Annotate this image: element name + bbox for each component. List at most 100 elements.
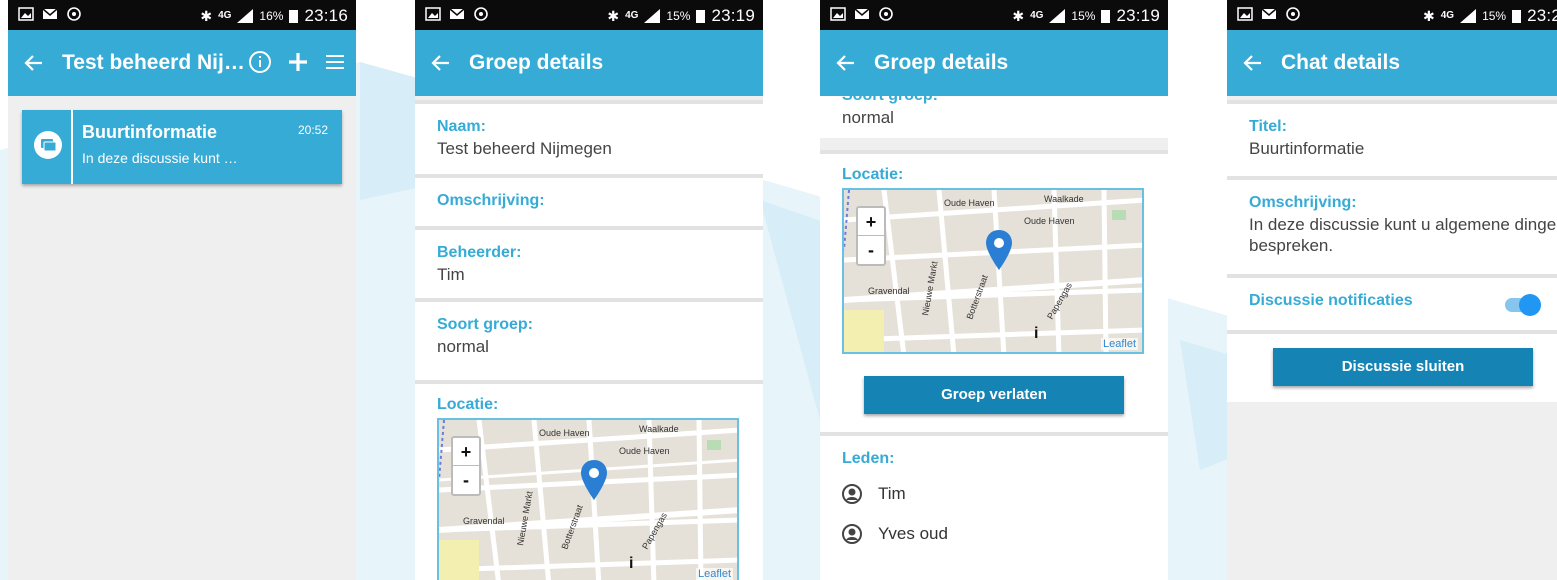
signal-icon [1049,9,1066,23]
status-bar: ✱ 4G 15% 23:19 [415,0,763,30]
menu-icon[interactable] [324,51,346,73]
gallery-notification-icon [425,7,441,21]
field-label: Beheerder: [437,244,522,261]
field-group-type: Soort groep: normal [415,298,763,380]
field-label: Titel: [1249,118,1287,135]
chat-list-item[interactable]: Buurtinformatie 20:52 In deze discussie … [22,110,342,184]
field-group-type: Soort groep: normal [820,96,1168,138]
zoom-control: + - [856,206,886,266]
app-bar: Groep details [820,30,1168,96]
add-icon[interactable] [286,50,310,74]
members-label: Leden: [842,450,895,467]
notifications-toggle[interactable] [1505,294,1541,316]
map-tiles: Oude Haven Oude Haven Waalkade Gravendal… [439,420,737,580]
leave-group-button[interactable]: Groep verlaten [864,376,1124,414]
member-name: Yves oud [878,524,948,543]
back-arrow-icon[interactable] [429,51,453,75]
network-type: 4G [625,10,639,21]
page-title: Test beheerd Nij… [62,51,245,74]
map-street-label: Oude Haven [1024,216,1075,226]
divider [71,110,73,184]
svg-text:i: i [1034,325,1038,342]
back-arrow-icon[interactable] [834,51,858,75]
signal-icon [237,9,254,23]
map-street-label: Waalkade [639,424,679,434]
clock: 23:2 [1527,6,1557,25]
field-label: Naam: [437,118,486,135]
battery-percent: 15% [1071,9,1096,23]
chat-time: 20:52 [297,123,328,137]
zoom-control: + - [451,436,481,496]
field-name: Naam: Test beheerd Nijmegen [415,100,763,174]
map-marker-icon[interactable] [986,230,1012,270]
page-title: Chat details [1281,51,1401,74]
clock: 23:19 [711,6,755,25]
field-value: Buurtinformatie [1249,139,1365,158]
app-bar: Chat details [1227,30,1557,96]
field-label: Locatie: [437,396,499,413]
app-bar: Test beheerd Nij… [8,30,356,96]
gallery-notification-icon [1237,7,1253,21]
member-item[interactable]: Tim [842,474,1146,514]
back-arrow-icon[interactable] [22,51,46,75]
mail-notification-icon [1261,8,1277,19]
battery-icon [1512,10,1522,23]
zoom-out-button[interactable]: - [453,466,479,494]
location-map[interactable]: Oude Haven Oude Haven Waalkade Gravendal… [842,188,1144,354]
map-street-label: Oude Haven [944,198,995,208]
chat-list: Buurtinformatie 20:52 In deze discussie … [8,96,356,198]
screen-chat-details: ✱ 4G 15% 23:2 Chat details Titel: Buurti… [1227,0,1557,580]
field-label: Soort groep: [842,96,1146,105]
network-type: 4G [218,10,232,21]
back-arrow-icon[interactable] [1241,51,1265,75]
network-type: 4G [1030,10,1044,21]
zoom-out-button[interactable]: - [858,236,884,264]
field-description: Omschrijving: In deze discussie kunt u a… [1227,176,1557,274]
status-bar: ✱ 4G 16% 23:16 [8,0,356,30]
field-location: Locatie: Oude Haven Oude Haven Waalkade … [415,380,763,580]
mail-notification-icon [449,8,465,19]
zoom-in-button[interactable]: + [858,208,884,236]
field-title: Titel: Buurtinformatie [1227,100,1557,176]
field-label: Locatie: [842,166,904,183]
signal-icon [644,9,661,23]
member-item[interactable]: Yves oud [842,514,1146,554]
info-icon[interactable] [248,50,272,74]
mail-notification-icon [42,8,58,19]
status-bar: ✱ 4G 15% 23:19 [820,0,1168,30]
notifications-label: Discussie notificaties [1249,292,1413,309]
map-attribution[interactable]: Leaflet [695,568,733,580]
page-title: Groep details [874,51,1009,74]
sync-notification-icon [474,7,488,21]
mail-notification-icon [854,8,870,19]
screen-group-chats: ✱ 4G 16% 23:16 Test beheerd Nij… Buurtin… [8,0,356,580]
members-section: Leden: Tim Yves oud [820,432,1168,580]
bluetooth-icon: ✱ [607,7,620,24]
zoom-in-button[interactable]: + [453,438,479,466]
close-discussion-button[interactable]: Discussie sluiten [1273,348,1533,386]
user-icon [842,484,862,504]
map-tiles: Oude Haven Oude Haven Waalkade Gravendal… [844,190,1142,352]
battery-icon [289,10,299,23]
member-name: Tim [878,484,906,503]
bluetooth-icon: ✱ [1423,7,1435,24]
map-marker-icon[interactable] [581,460,607,500]
field-value: Test beheerd Nijmegen [437,139,612,158]
map-street-label: Gravendal [868,286,910,296]
page-title: Groep details [469,51,604,74]
map-attribution[interactable]: Leaflet [1100,338,1138,350]
field-location: Locatie: Oude Haven Oude Haven Waalkade … [820,150,1168,360]
field-description: Omschrijving: [415,174,763,226]
signal-icon [1460,9,1477,23]
field-value: normal [437,337,489,356]
close-button-row: Discussie sluiten [1227,330,1557,402]
map-street-label: Waalkade [1044,194,1084,204]
field-label: Omschrijving: [437,192,545,209]
gallery-notification-icon [18,7,34,21]
network-type: 4G [1440,10,1455,21]
status-bar: ✱ 4G 15% 23:2 [1227,0,1557,30]
location-map[interactable]: Oude Haven Oude Haven Waalkade Gravendal… [437,418,739,580]
leave-button-row: Groep verlaten [820,360,1168,432]
map-street-label: Gravendal [463,516,505,526]
field-value: In deze discussie kunt u algemene dingen… [1249,215,1557,255]
